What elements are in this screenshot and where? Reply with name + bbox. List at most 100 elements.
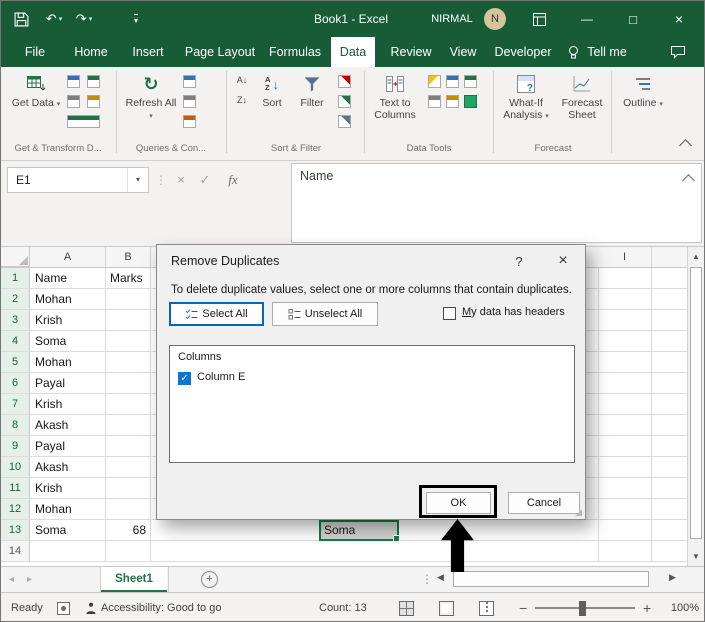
selected-cell-e13[interactable]: Soma — [319, 520, 400, 542]
select-all-button[interactable]: Select All — [169, 302, 264, 326]
cell-a13[interactable]: Soma — [31, 520, 105, 541]
cell-a7[interactable]: Krish — [31, 394, 105, 415]
scroll-down-button[interactable]: ▼ — [688, 552, 704, 561]
collapse-formula-bar-button[interactable] — [682, 174, 695, 187]
cell-a11[interactable]: Krish — [31, 478, 105, 499]
sort-ascending-button[interactable]: A↓ — [232, 75, 252, 91]
account-name[interactable]: NIRMAL — [425, 1, 479, 37]
h-scroll-left-button[interactable]: ◀ — [437, 572, 444, 583]
tab-developer[interactable]: Developer — [489, 37, 557, 67]
save-icon[interactable] — [9, 1, 33, 37]
next-sheet-button[interactable]: ▸ — [27, 567, 32, 592]
record-macro-icon[interactable] — [57, 602, 70, 615]
advanced-filter-icon[interactable] — [338, 115, 351, 128]
remove-duplicates-icon[interactable] — [446, 75, 459, 88]
row-header[interactable]: 5 — [1, 352, 30, 373]
outline-button[interactable]: Outline ▾ — [617, 71, 669, 137]
cell-a5[interactable]: Mohan — [31, 352, 105, 373]
tab-file[interactable]: File — [15, 37, 55, 67]
close-button[interactable]: × — [657, 1, 701, 37]
column-header-a[interactable]: A — [30, 247, 106, 267]
h-scroll-right-button[interactable]: ▶ — [669, 572, 676, 583]
cell-a9[interactable]: Payal — [31, 436, 105, 457]
enter-entry-button[interactable]: ✓ — [195, 167, 215, 193]
row-header[interactable]: 6 — [1, 373, 30, 394]
sheet-tab-sheet1[interactable]: Sheet1 — [101, 567, 167, 592]
undo-button[interactable]: ↶ ▾ — [41, 1, 67, 37]
row-header[interactable]: 9 — [1, 436, 30, 457]
resize-grip-icon[interactable]: ◢ — [575, 507, 582, 518]
cell-b14[interactable] — [106, 541, 150, 562]
manage-data-model-icon[interactable] — [464, 95, 477, 108]
zoom-level[interactable]: 100% — [659, 593, 699, 621]
tab-home[interactable]: Home — [63, 37, 119, 67]
zoom-out-button[interactable]: − — [519, 593, 527, 621]
cell-a14[interactable] — [31, 541, 105, 562]
account-avatar[interactable]: N — [481, 1, 509, 37]
dialog-close-button[interactable]: × — [545, 249, 581, 273]
name-box-dropdown-icon[interactable]: ▾ — [127, 168, 148, 192]
zoom-in-button[interactable]: + — [643, 593, 651, 621]
row-header[interactable]: 12 — [1, 499, 30, 520]
collapse-ribbon-button[interactable] — [679, 139, 692, 152]
dialog-help-button[interactable]: ? — [507, 251, 531, 273]
cell-a12[interactable]: Mohan — [31, 499, 105, 520]
tab-review[interactable]: Review — [383, 37, 439, 67]
row-header[interactable]: 2 — [1, 289, 30, 310]
forecast-sheet-button[interactable]: Forecast Sheet — [557, 71, 607, 137]
cell-a4[interactable]: Soma — [31, 331, 105, 352]
row-header[interactable]: 8 — [1, 415, 30, 436]
horizontal-scroll-thumb[interactable] — [453, 571, 649, 587]
relationships-icon[interactable] — [446, 95, 459, 108]
column-e-label[interactable]: Column E — [197, 371, 245, 383]
filter-button[interactable]: Filter — [293, 71, 331, 137]
fill-handle[interactable] — [393, 535, 400, 542]
maximize-button[interactable]: □ — [613, 1, 653, 37]
comments-button[interactable] — [663, 37, 693, 67]
formula-bar-splitter-icon[interactable]: ⋮ — [155, 167, 167, 193]
what-if-analysis-button[interactable]: ? What-If Analysis ▾ — [499, 71, 553, 137]
row-header[interactable]: 13 — [1, 520, 30, 541]
row-header[interactable]: 10 — [1, 457, 30, 478]
data-validation-icon[interactable] — [464, 75, 477, 88]
tab-scroll-splitter-icon[interactable]: ⋮ — [421, 567, 433, 592]
customize-quick-access-button[interactable]: ▾ — [123, 1, 149, 37]
column-e-checkbox[interactable]: ✓ — [178, 372, 191, 385]
zoom-slider-thumb[interactable] — [579, 601, 586, 616]
row-header[interactable]: 3 — [1, 310, 30, 331]
row-header[interactable]: 14 — [1, 541, 30, 562]
tab-formulas[interactable]: Formulas — [263, 37, 327, 67]
text-to-columns-button[interactable]: Text to Columns — [369, 71, 421, 137]
redo-button[interactable]: ↷ ▾ — [71, 1, 97, 37]
row-header[interactable]: 7 — [1, 394, 30, 415]
vertical-scroll-thumb[interactable] — [690, 267, 702, 539]
my-data-has-headers-checkbox[interactable] — [443, 307, 456, 320]
cell-a1[interactable]: Name — [31, 268, 105, 289]
column-header-b[interactable]: B — [106, 247, 151, 267]
new-sheet-button[interactable]: + — [201, 571, 218, 588]
sort-button[interactable]: AZ ↓ Sort — [254, 71, 290, 137]
consolidate-icon[interactable] — [428, 95, 441, 108]
row-header[interactable]: 11 — [1, 478, 30, 499]
prev-sheet-button[interactable]: ◂ — [9, 567, 14, 592]
cell-b13[interactable]: 68 — [106, 520, 150, 541]
tell-me[interactable]: Tell me — [583, 37, 631, 67]
name-box[interactable]: E1 ▾ — [7, 167, 149, 193]
page-layout-view-button[interactable] — [439, 601, 454, 616]
scroll-up-button[interactable]: ▲ — [688, 252, 704, 261]
cell-b1[interactable]: Marks — [106, 268, 150, 289]
columns-listbox[interactable]: Columns ✓ Column E — [169, 345, 575, 463]
queries-connections-icon[interactable] — [183, 75, 196, 88]
formula-input[interactable]: Name — [291, 163, 702, 243]
refresh-all-button[interactable]: ↻ Refresh All ▾ — [125, 71, 177, 137]
unselect-all-button[interactable]: Unselect All — [272, 302, 378, 326]
tab-page-layout[interactable]: Page Layout — [181, 37, 259, 67]
row-header[interactable]: 1 — [1, 268, 30, 289]
clear-filter-icon[interactable] — [338, 75, 351, 88]
get-data-button[interactable]: Get Data ▾ — [11, 71, 61, 137]
tab-view[interactable]: View — [441, 37, 485, 67]
column-header-i[interactable]: I — [598, 247, 652, 267]
cell-a2[interactable]: Mohan — [31, 289, 105, 310]
ribbon-display-options-button[interactable] — [525, 1, 553, 37]
from-text-csv-icon[interactable] — [67, 75, 80, 88]
